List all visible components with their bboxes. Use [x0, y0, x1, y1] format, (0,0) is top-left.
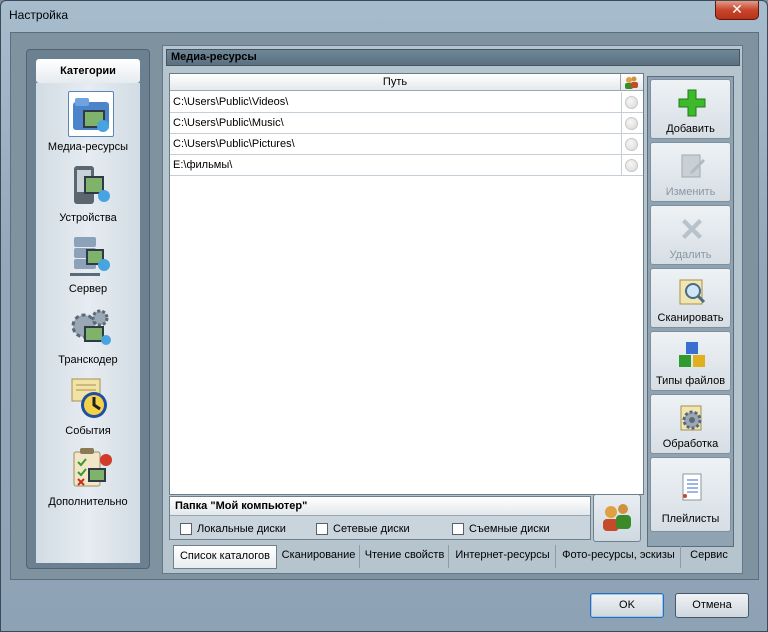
- events-icon: [68, 375, 114, 421]
- share-toggle[interactable]: [625, 117, 638, 130]
- title-bar[interactable]: Настройка ✕: [1, 1, 767, 31]
- main-header: Медиа-ресурсы: [166, 49, 740, 66]
- side-button-column: Добавить Изменить Удалить Сканировать Ти…: [647, 76, 734, 547]
- window-title: Настройка: [9, 8, 69, 22]
- add-button-label: Добавить: [666, 123, 715, 135]
- checkbox-box[interactable]: [452, 523, 464, 535]
- category-events[interactable]: События: [36, 371, 140, 441]
- column-divider: [621, 155, 622, 176]
- processing-button[interactable]: Обработка: [650, 394, 731, 454]
- share-toggle[interactable]: [625, 159, 638, 172]
- delete-button-label: Удалить: [669, 249, 712, 261]
- checkbox-label: Локальные диски: [197, 523, 286, 535]
- category-media-resources[interactable]: Медиа-ресурсы: [36, 87, 140, 157]
- paths-table[interactable]: Путь C:\Users\Public\Videos\ C:\Users\Pu…: [169, 73, 644, 495]
- close-icon: ✕: [731, 1, 743, 17]
- users-icon[interactable]: [624, 76, 638, 89]
- ok-button[interactable]: OK: [590, 593, 664, 618]
- checkbox-label: Сетевые диски: [333, 523, 410, 535]
- tab-read-properties[interactable]: Чтение свойств: [361, 545, 449, 568]
- column-divider: [621, 134, 622, 155]
- scan-button[interactable]: Сканировать: [650, 268, 731, 328]
- transcoder-icon: [68, 304, 114, 350]
- path-cell: C:\Users\Public\Videos\: [173, 96, 289, 108]
- share-toggle[interactable]: [625, 96, 638, 109]
- category-server[interactable]: Сервер: [36, 229, 140, 299]
- path-cell: C:\Users\Public\Music\: [173, 117, 284, 129]
- category-label: События: [65, 425, 111, 437]
- categories-panel: Категории Медиа-ресурсы Устройства Серве…: [26, 49, 150, 569]
- checkbox-box[interactable]: [316, 523, 328, 535]
- playlists-button[interactable]: Плейлисты: [650, 457, 731, 532]
- delete-icon: [677, 214, 707, 244]
- table-header: Путь: [170, 74, 643, 91]
- checkbox-box[interactable]: [180, 523, 192, 535]
- file-types-button[interactable]: Типы файлов: [650, 331, 731, 391]
- column-divider: [621, 113, 622, 134]
- table-row[interactable]: C:\Users\Public\Music\: [170, 113, 643, 134]
- playlist-icon: [677, 472, 707, 502]
- tab-service[interactable]: Сервис: [682, 545, 736, 568]
- file-types-icon: [677, 340, 707, 370]
- category-additional[interactable]: Дополнительно: [36, 442, 140, 512]
- path-cell: C:\Users\Public\Pictures\: [173, 138, 295, 150]
- categories-list: Медиа-ресурсы Устройства Сервер Транскод…: [36, 83, 140, 563]
- edit-icon: [677, 151, 707, 181]
- category-label: Транскодер: [58, 354, 118, 366]
- my-computer-group: Папка "Мой компьютер" Локальные диски Се…: [169, 496, 591, 540]
- category-label: Сервер: [68, 283, 108, 295]
- checkbox-label: Съемные диски: [469, 523, 550, 535]
- edit-button-label: Изменить: [665, 186, 716, 198]
- category-devices[interactable]: Устройства: [36, 158, 140, 228]
- category-transcoder[interactable]: Транскодер: [36, 300, 140, 370]
- tab-scanning[interactable]: Сканирование: [278, 545, 360, 568]
- tab-internet-resources[interactable]: Интернет-ресурсы: [450, 545, 556, 568]
- playlists-button-label: Плейлисты: [661, 513, 720, 525]
- scan-button-label: Сканировать: [657, 312, 724, 324]
- media-resources-icon: [68, 91, 114, 137]
- category-label: Устройства: [59, 212, 117, 224]
- table-row[interactable]: E:\фильмы\: [170, 155, 643, 176]
- processing-icon: [677, 403, 707, 433]
- my-computer-header: Папка "Мой компьютер": [170, 497, 590, 516]
- server-icon: [68, 233, 114, 279]
- categories-header: Категории: [36, 59, 140, 83]
- file-types-button-label: Типы файлов: [655, 375, 726, 387]
- additional-icon: [68, 446, 114, 492]
- tab-photo-resources[interactable]: Фото-ресурсы, эскизы: [557, 545, 681, 568]
- tab-catalog-list[interactable]: Список каталогов: [173, 545, 277, 569]
- table-row[interactable]: C:\Users\Public\Pictures\: [170, 134, 643, 155]
- table-row[interactable]: C:\Users\Public\Videos\: [170, 92, 643, 113]
- add-button[interactable]: Добавить: [650, 79, 731, 139]
- plus-icon: [677, 88, 707, 118]
- users-icon: [603, 504, 631, 531]
- path-cell: E:\фильмы\: [173, 159, 233, 171]
- column-divider: [621, 92, 622, 113]
- processing-button-label: Обработка: [662, 438, 719, 450]
- scan-icon: [677, 277, 707, 307]
- share-toggle[interactable]: [625, 138, 638, 151]
- close-button[interactable]: ✕: [715, 1, 759, 20]
- cancel-button[interactable]: Отмена: [675, 593, 749, 618]
- edit-button[interactable]: Изменить: [650, 142, 731, 202]
- users-access-button[interactable]: [593, 494, 641, 542]
- category-label: Дополнительно: [48, 496, 128, 508]
- delete-button[interactable]: Удалить: [650, 205, 731, 265]
- devices-icon: [68, 162, 114, 208]
- bottom-tabs: Список каталогов Сканирование Чтение сво…: [171, 545, 739, 569]
- column-path-header[interactable]: Путь: [170, 74, 621, 91]
- category-label: Медиа-ресурсы: [47, 141, 129, 153]
